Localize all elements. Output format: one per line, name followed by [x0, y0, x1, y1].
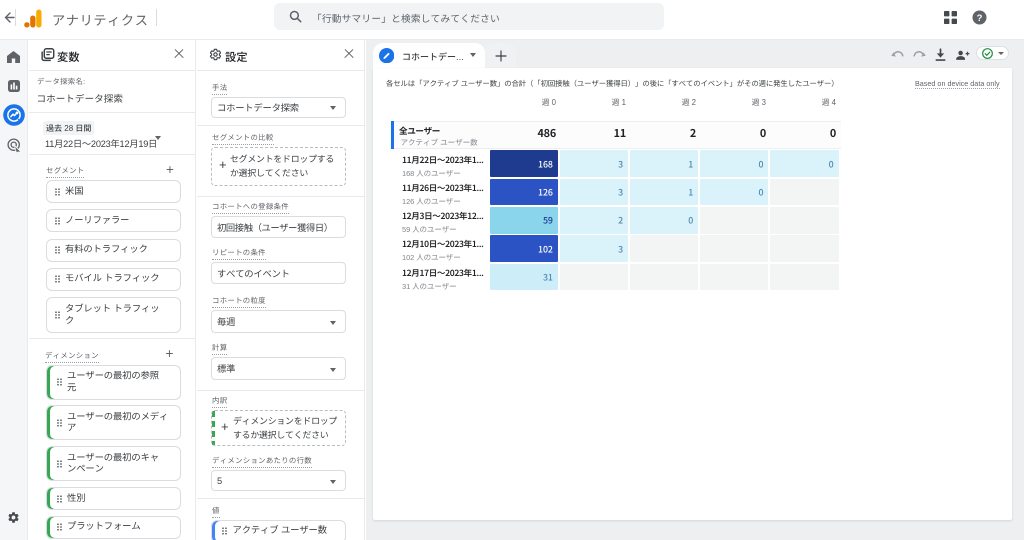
svg-text:?: ?: [977, 13, 983, 24]
